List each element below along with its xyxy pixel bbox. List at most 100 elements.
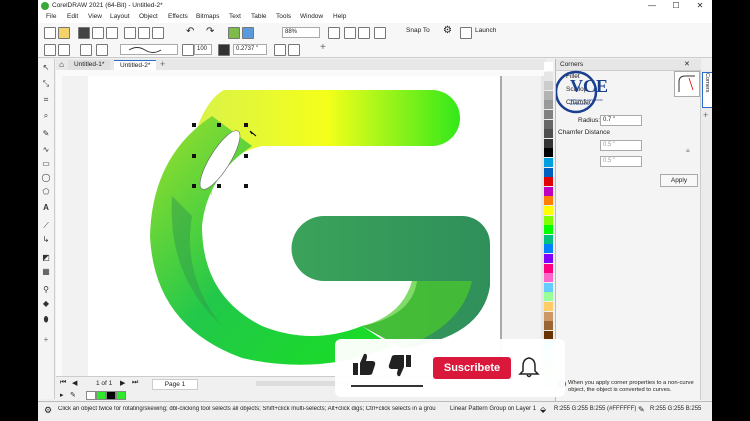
palette-swatch[interactable] bbox=[544, 215, 553, 225]
palette-swatch[interactable] bbox=[544, 234, 553, 244]
g-logo-artwork[interactable] bbox=[62, 76, 546, 376]
next-page-icon[interactable]: ▶ bbox=[120, 379, 125, 387]
add-tool-icon[interactable]: + bbox=[41, 335, 51, 345]
palette-swatch[interactable] bbox=[544, 100, 553, 110]
menu-effects[interactable]: Effects bbox=[168, 13, 188, 20]
parallel-dimension-tool-icon[interactable]: ⟋ bbox=[41, 221, 51, 231]
transparency-icon[interactable] bbox=[288, 44, 300, 56]
palette-swatch[interactable] bbox=[544, 273, 553, 283]
palette-swatch[interactable] bbox=[544, 158, 553, 167]
edit-fill-icon[interactable] bbox=[274, 44, 286, 56]
minimize-button[interactable]: — bbox=[640, 0, 664, 12]
menu-view[interactable]: View bbox=[88, 13, 102, 20]
arrange-icon[interactable] bbox=[96, 44, 108, 56]
swatch-black[interactable] bbox=[106, 391, 116, 400]
first-page-icon[interactable]: ⏮ bbox=[60, 379, 66, 387]
home-icon[interactable]: ⌂ bbox=[56, 59, 67, 70]
menu-file[interactable]: File bbox=[46, 13, 56, 20]
smoothing-icon[interactable] bbox=[182, 44, 194, 56]
menu-layout[interactable]: Layout bbox=[110, 13, 130, 20]
undo-icon[interactable]: ↶ bbox=[186, 26, 194, 37]
like-thumb-icon[interactable] bbox=[351, 351, 377, 377]
page-tab[interactable]: Page 1 bbox=[152, 379, 198, 390]
notification-bell-icon[interactable] bbox=[517, 355, 541, 379]
menu-object[interactable]: Object bbox=[139, 13, 158, 20]
outline-size-field[interactable]: 0.2737 " bbox=[233, 44, 267, 55]
palette-swatch[interactable] bbox=[544, 186, 553, 196]
outline-icon[interactable]: ✎ bbox=[638, 405, 645, 414]
rectangle-tool-icon[interactable]: ▭ bbox=[41, 159, 51, 169]
menu-tools[interactable]: Tools bbox=[276, 13, 291, 20]
new-document-icon[interactable] bbox=[44, 27, 56, 39]
shape-tool-icon[interactable]: ⤡ bbox=[41, 79, 51, 89]
palette-swatch[interactable] bbox=[544, 148, 553, 158]
docker-tab-corners[interactable]: Corners bbox=[702, 72, 712, 108]
artistic-media-tool-icon[interactable]: ∿ bbox=[41, 145, 51, 155]
connector-tool-icon[interactable]: ↳ bbox=[41, 235, 51, 245]
new-tab-icon[interactable]: + bbox=[160, 59, 165, 69]
palette-swatch[interactable] bbox=[544, 206, 553, 215]
full-screen-icon[interactable] bbox=[328, 27, 340, 39]
mirror-vertical-icon[interactable] bbox=[58, 44, 70, 56]
docker-close-icon[interactable]: ✕ bbox=[684, 60, 690, 68]
freehand-tool-icon[interactable]: ✎ bbox=[41, 129, 51, 139]
menu-text[interactable]: Text bbox=[229, 13, 241, 20]
eyedropper-icon[interactable]: ✎ bbox=[70, 391, 76, 399]
mirror-horizontal-icon[interactable] bbox=[44, 44, 56, 56]
pick-tool-icon[interactable]: ↖ bbox=[41, 63, 51, 73]
print-icon[interactable] bbox=[106, 27, 118, 39]
swatch-green-2[interactable] bbox=[116, 391, 126, 400]
guidelines-icon[interactable] bbox=[374, 27, 386, 39]
options-gear-icon[interactable]: ⚙ bbox=[443, 25, 452, 36]
prev-page-icon[interactable]: ◀ bbox=[72, 379, 77, 387]
import-icon[interactable] bbox=[228, 27, 240, 39]
outline-pen-icon[interactable] bbox=[218, 44, 230, 56]
menu-edit[interactable]: Edit bbox=[67, 13, 78, 20]
grid-icon[interactable] bbox=[358, 27, 370, 39]
zoom-level-field[interactable]: 88% bbox=[282, 27, 320, 38]
open-folder-icon[interactable] bbox=[58, 27, 70, 39]
drop-shadow-tool-icon[interactable]: ◩ bbox=[41, 253, 51, 263]
redo-icon[interactable]: ↷ bbox=[206, 26, 214, 37]
palette-swatch[interactable] bbox=[544, 254, 553, 263]
palette-swatch[interactable] bbox=[544, 71, 553, 81]
palette-swatch[interactable] bbox=[544, 110, 553, 119]
palette-swatch[interactable] bbox=[544, 311, 553, 321]
drawing-canvas[interactable] bbox=[62, 76, 546, 376]
palette-swatch[interactable] bbox=[544, 119, 553, 129]
palette-swatch[interactable] bbox=[544, 196, 553, 206]
palette-swatch[interactable] bbox=[544, 177, 553, 187]
copy-icon[interactable] bbox=[138, 27, 150, 39]
fill-icon[interactable]: ⬙ bbox=[540, 405, 546, 414]
menu-help[interactable]: Help bbox=[333, 13, 346, 20]
apply-button[interactable]: Apply bbox=[660, 174, 698, 187]
close-button[interactable]: ✕ bbox=[688, 0, 712, 12]
palette-swatch[interactable] bbox=[544, 225, 553, 235]
radius-field[interactable]: 0.7 " bbox=[600, 115, 642, 126]
zoom-tool-icon[interactable]: ⌕ bbox=[41, 111, 51, 121]
palette-menu-icon[interactable]: ▸ bbox=[60, 391, 64, 399]
swatch-none[interactable] bbox=[86, 391, 96, 400]
smart-fill-tool-icon[interactable]: ⬮ bbox=[41, 315, 51, 325]
subscribe-button[interactable]: Suscribete bbox=[433, 357, 511, 379]
line-style-selector[interactable] bbox=[120, 44, 178, 55]
palette-swatch[interactable] bbox=[544, 167, 553, 177]
chamfer-distance-2-field[interactable]: 0.5 " bbox=[600, 156, 642, 167]
palette-swatch[interactable] bbox=[544, 81, 553, 91]
palette-swatch[interactable] bbox=[544, 302, 553, 311]
menu-window[interactable]: Window bbox=[300, 13, 323, 20]
polygon-tool-icon[interactable]: ⬠ bbox=[41, 187, 51, 197]
palette-swatch[interactable] bbox=[544, 244, 553, 254]
swatch-green[interactable] bbox=[96, 391, 106, 400]
menu-bitmaps[interactable]: Bitmaps bbox=[196, 13, 219, 20]
tab-untitled-1[interactable]: Untitled-1* bbox=[68, 60, 111, 70]
launch-icon[interactable] bbox=[460, 27, 472, 39]
palette-swatch[interactable] bbox=[544, 263, 553, 273]
ellipse-tool-icon[interactable]: ◯ bbox=[41, 173, 51, 183]
lock-icon[interactable]: 🔒︎ bbox=[686, 147, 690, 155]
cloud-icon[interactable] bbox=[92, 27, 104, 39]
save-icon[interactable] bbox=[78, 27, 90, 39]
transparency-tool-icon[interactable]: ▦ bbox=[41, 267, 51, 277]
rulers-icon[interactable] bbox=[344, 27, 356, 39]
crop-tool-icon[interactable]: ⌗ bbox=[41, 95, 51, 105]
